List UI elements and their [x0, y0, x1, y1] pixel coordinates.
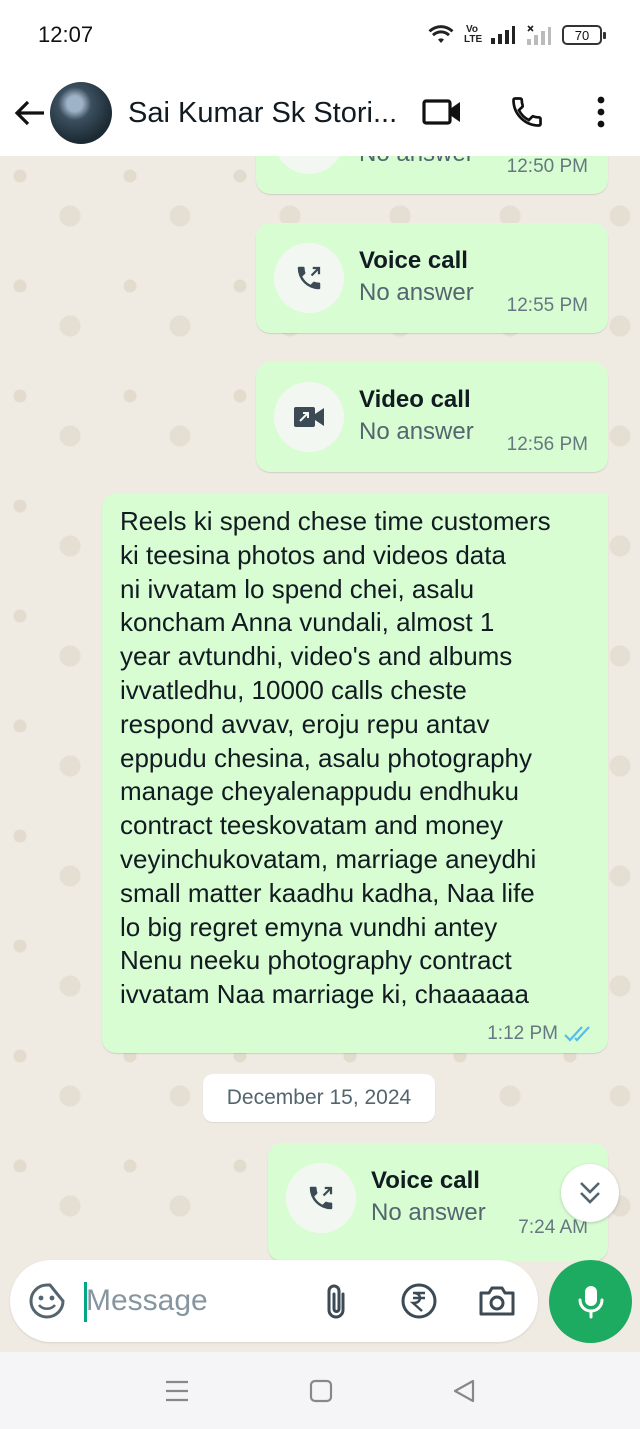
scroll-to-bottom-button[interactable]: [561, 1164, 619, 1222]
message-line: manage cheyalenappudu endhuku: [120, 776, 520, 807]
recents-menu-icon[interactable]: [165, 1380, 189, 1402]
call-status: No answer: [359, 279, 474, 306]
text-message-bubble[interactable]: Reels ki spend chese time customers ki t…: [102, 493, 608, 1053]
arrow-left-icon: [14, 100, 44, 126]
rupee-icon: [401, 1283, 437, 1319]
video-call-bubble[interactable]: Video call No answer 12:56 PM: [256, 362, 608, 472]
call-log-icon: [286, 1163, 356, 1233]
attach-button[interactable]: [315, 1280, 357, 1322]
video-call-button[interactable]: [417, 87, 467, 137]
camera-button[interactable]: [476, 1280, 518, 1322]
call-bubble-partial[interactable]: No answer 12:50 PM: [256, 156, 608, 194]
call-log-icon: [274, 243, 344, 313]
outgoing-call-icon: [309, 1186, 333, 1210]
message-line: veyinchukovatam, marriage aneydhi: [120, 843, 537, 874]
signal-2-icon: [527, 25, 551, 45]
status-time: 12:07: [38, 22, 94, 47]
voice-call-button[interactable]: [502, 87, 552, 137]
voice-call-bubble-latest[interactable]: Voice call No answer 7:24 AM: [268, 1143, 608, 1261]
emoji-sticker-button[interactable]: [26, 1280, 68, 1322]
call-icon-partial: [274, 156, 344, 174]
message-line: contract teeskovatam and money: [120, 810, 503, 841]
battery-icon: 70: [562, 25, 606, 45]
message-time: 1:12 PM: [487, 1023, 558, 1044]
message-line: Reels ki spend chese time customers: [120, 506, 551, 536]
avatar[interactable]: [50, 82, 112, 144]
message-line: respond avvav, eroju repu antav: [120, 708, 490, 739]
message-line: Nenu neeku photography contract: [120, 945, 512, 976]
read-ticks-icon: [564, 1026, 590, 1042]
message-line: ki teesina photos and videos data: [120, 539, 506, 570]
wifi-icon: [428, 25, 454, 43]
paperclip-icon: [327, 1284, 345, 1319]
chat-area[interactable]: No answer 12:50 PM Voice call No answer …: [0, 156, 640, 1261]
home-square-icon[interactable]: [309, 1379, 333, 1403]
message-time: 12:56 PM: [506, 434, 588, 455]
video-camera-icon: [422, 99, 460, 125]
outgoing-video-call-icon: [294, 407, 324, 427]
battery-level: 70: [574, 27, 590, 43]
volte-icon: Vo LTE: [464, 24, 483, 45]
system-nav-bar: [0, 1352, 640, 1429]
message-text: Reels ki spend chese time customers ki t…: [120, 505, 602, 1012]
message-line: ivvatledhu, 10000 calls cheste: [120, 674, 467, 705]
call-title: Voice call: [371, 1167, 480, 1194]
chevron-double-down-icon: [580, 1182, 600, 1204]
kebab-menu-icon: [597, 96, 605, 128]
message-line: eppudu chesina, asalu photography: [120, 742, 532, 773]
call-status: No answer: [359, 418, 474, 445]
call-log-icon: [274, 382, 344, 452]
message-composer: [10, 1260, 538, 1342]
message-time: 12:55 PM: [506, 295, 588, 316]
date-divider: December 15, 2024: [203, 1074, 435, 1122]
payment-button[interactable]: [398, 1280, 440, 1322]
message-line: year avtundhi, video's and albums: [120, 641, 513, 672]
phone-icon: [512, 97, 542, 127]
message-meta: 1:12 PM: [487, 1023, 594, 1045]
message-time: 7:24 AM: [518, 1217, 588, 1238]
message-line: ni ivvatam lo spend chei, asalu: [120, 573, 475, 604]
message-line: small matter kaadhu kadha, Naa life: [120, 877, 535, 908]
call-title: Video call: [359, 386, 471, 413]
call-title: Voice call: [359, 247, 468, 274]
voice-call-bubble[interactable]: Voice call No answer 12:55 PM: [256, 223, 608, 333]
status-icons: Vo LTE 70: [428, 24, 606, 45]
status-bar: 12:07 Vo LTE 70: [0, 0, 640, 70]
signal-icon: [491, 26, 515, 44]
message-time: 12:50 PM: [506, 156, 588, 177]
message-line: ivvatam Naa marriage ki, chaaaaaa: [120, 979, 529, 1010]
call-status-partial: No answer: [359, 156, 474, 168]
more-options-button[interactable]: [576, 87, 626, 137]
call-status: No answer: [371, 1199, 486, 1226]
message-line: lo big regret emyna vundhi antey: [120, 911, 498, 942]
back-triangle-icon[interactable]: [453, 1379, 475, 1403]
message-line: koncham Anna vundali, almost 1: [120, 607, 495, 638]
voice-message-button[interactable]: [549, 1260, 632, 1343]
sticker-icon: [29, 1283, 65, 1319]
microphone-icon: [578, 1285, 603, 1318]
chat-header: Sai Kumar Sk Stori...: [0, 70, 640, 156]
camera-icon: [479, 1286, 515, 1316]
outgoing-call-icon: [297, 266, 321, 290]
contact-name[interactable]: Sai Kumar Sk Stori...: [128, 97, 408, 130]
message-input[interactable]: [86, 1276, 286, 1326]
